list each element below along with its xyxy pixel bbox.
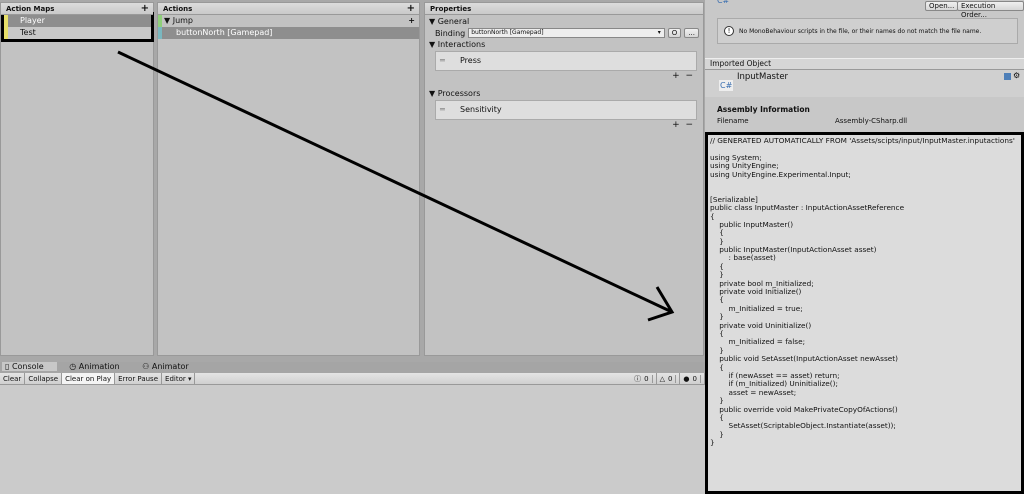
annotation-arrow <box>117 50 675 322</box>
